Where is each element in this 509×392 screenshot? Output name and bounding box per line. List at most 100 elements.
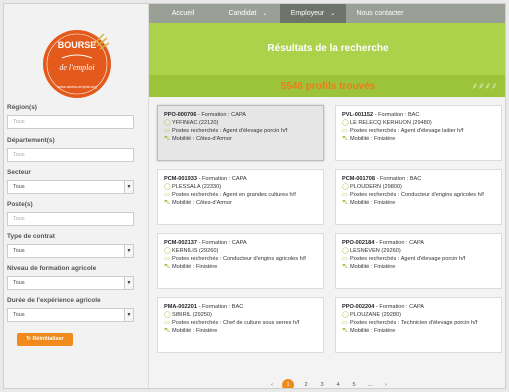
location-pin-icon: ◯ <box>164 120 171 126</box>
formation-select[interactable]: Tous ▼ <box>7 276 134 290</box>
experience-label: Durée de l'expérience agricole <box>7 297 101 304</box>
experience-select[interactable]: Tous ▼ <box>7 308 134 322</box>
pagination-page-5[interactable]: 5 <box>348 379 360 388</box>
card-postes: Chef de culture sous serres h/f <box>223 320 300 326</box>
card-commune: KERNILIS (29260) <box>172 248 219 254</box>
card-id: PMA-002201 <box>164 304 197 310</box>
card-formation: BAC <box>231 304 244 310</box>
contrat-label: Type de contrat <box>7 233 55 240</box>
card-commune-line: ◯PLOUZANE (29280) <box>342 311 495 319</box>
postes-prefix: Postes recherchés : <box>350 128 401 134</box>
card-commune-line: ◯PLESSALA (22330) <box>164 183 317 191</box>
profile-card[interactable]: PVL-001152 - Formation : BAC ◯LE RELECQ K… <box>335 105 502 161</box>
postes-label: Poste(s) <box>7 201 33 208</box>
car-icon: ⛍ <box>342 328 349 334</box>
card-id: PCM-002137 <box>164 240 197 246</box>
pagination-page-3[interactable]: 3 <box>316 379 328 388</box>
pagination-page-1[interactable]: 1 <box>282 379 294 388</box>
card-title: PCM-001708 - Formation : BAC <box>342 175 495 183</box>
contrat-select[interactable]: Tous ▼ <box>7 244 134 258</box>
logo-line3: www.aneta-emploi.org <box>57 84 97 89</box>
app-frame: BOURSE de l'emploi www.aneta-emploi.org … <box>3 3 506 389</box>
card-mobilite: Côtes-d'Armor <box>195 200 232 206</box>
card-mobilite-line: ⛍ Mobilité : Finistère <box>342 263 495 271</box>
region-input[interactable]: Tous <box>7 115 134 129</box>
pagination-prev[interactable]: ‹ <box>266 379 278 388</box>
card-title: PVL-001152 - Formation : BAC <box>342 111 495 119</box>
profile-card[interactable]: PCM-002137 - Formation : CAPA ◯KERNILIS (… <box>157 233 324 289</box>
card-id: PCM-001933 <box>164 176 197 182</box>
nav-employeur[interactable]: Employeur ⌄ <box>280 4 346 23</box>
logo-line1: BOURSE <box>58 40 97 50</box>
nav-contact[interactable]: Nous contacter <box>347 4 413 23</box>
card-mobilite-line: ⛍ Mobilité : Finistère <box>342 199 495 207</box>
card-title: PMA-002201 - Formation : BAC <box>164 303 317 311</box>
postes-input[interactable]: Tous <box>7 212 134 226</box>
card-mobilite: Finistère <box>373 136 396 142</box>
card-postes: Agent d'élevage porcin h/f <box>400 256 466 262</box>
card-postes-line: ▭ Postes recherchés : Conducteur d'engins… <box>342 191 495 199</box>
card-commune-line: ◯PLOUDERN (29800) <box>342 183 495 191</box>
bourse-emploi-logo[interactable]: BOURSE de l'emploi www.aneta-emploi.org <box>32 24 122 104</box>
card-id: PPO-002204 <box>342 304 375 310</box>
folder-icon: ▭ <box>342 192 348 198</box>
location-pin-icon: ◯ <box>342 248 349 254</box>
card-postes-line: ▭ Postes recherchés : Agent d'élevage por… <box>164 127 317 135</box>
card-mobilite-line: ⛍ Mobilité : Finistère <box>164 263 317 271</box>
card-postes: Conducteur d'engins agricoles h/f <box>401 192 484 198</box>
pagination-page-2[interactable]: 2 <box>300 379 312 388</box>
profile-card[interactable]: PPO-002184 - Formation : CAPA ◯LESNEVEN (… <box>335 233 502 289</box>
postes-prefix: Postes recherchés : <box>350 192 401 198</box>
mobilite-prefix: Mobilité : <box>350 328 374 334</box>
card-postes: Conducteur d'engins agricoles h/f <box>223 256 306 262</box>
card-commune: YFFINIAC (22120) <box>172 120 219 126</box>
departement-input[interactable]: Tous <box>7 148 134 162</box>
location-pin-icon: ◯ <box>164 312 171 318</box>
nav-candidat[interactable]: Candidat ⌄ <box>219 4 277 23</box>
region-label: Région(s) <box>7 104 37 111</box>
car-icon: ⛍ <box>164 200 171 206</box>
card-postes-line: ▭ Postes recherchés : Agent d'élevage por… <box>342 255 495 263</box>
folder-icon: ▭ <box>342 256 348 262</box>
card-id: PCM-001708 <box>342 176 375 182</box>
location-pin-icon: ◯ <box>342 184 349 190</box>
profile-card[interactable]: PPO-000706 - Formation : CAPA ◯YFFINIAC (… <box>157 105 324 161</box>
profile-card[interactable]: PCM-001708 - Formation : BAC ◯PLOUDERN (2… <box>335 169 502 225</box>
formation-prefix: - Formation : <box>196 176 232 182</box>
card-title: PCM-001933 - Formation : CAPA <box>164 175 317 183</box>
reset-button[interactable]: ↻ Réinitialiser <box>17 333 73 346</box>
folder-icon: ▭ <box>164 320 170 326</box>
card-title: PCM-002137 - Formation : CAPA <box>164 239 317 247</box>
filter-sidebar: BOURSE de l'emploi www.aneta-emploi.org … <box>4 4 149 388</box>
pagination-next[interactable]: › <box>380 379 392 388</box>
nav-candidat-label: Candidat <box>228 10 257 17</box>
card-commune: SIBIRIL (29250) <box>172 312 212 318</box>
secteur-select[interactable]: Tous ▼ <box>7 180 134 194</box>
experience-value: Tous <box>13 312 25 318</box>
profile-card[interactable]: PCM-001933 - Formation : CAPA ◯PLESSALA (… <box>157 169 324 225</box>
formation-prefix: - Formation : <box>374 240 410 246</box>
formation-prefix: - Formation : <box>374 304 410 310</box>
nav-accueil[interactable]: Accueil <box>163 4 203 23</box>
location-pin-icon: ◯ <box>342 120 349 126</box>
formation-prefix: - Formation : <box>374 176 410 182</box>
card-formation: CAPA <box>409 304 424 310</box>
card-mobilite: Côtes-d'Armor <box>195 136 232 142</box>
card-commune: PLOUZANE (29280) <box>350 312 401 318</box>
card-mobilite: Finistère <box>373 328 396 334</box>
postes-prefix: Postes recherchés : <box>172 128 223 134</box>
card-commune: LE RELECQ KERHUON (29480) <box>350 120 432 126</box>
card-commune-line: ◯SIBIRIL (29250) <box>164 311 317 319</box>
card-formation: CAPA <box>231 240 247 246</box>
formation-value: Tous <box>13 280 25 286</box>
pagination-page-4[interactable]: 4 <box>332 379 344 388</box>
profile-card[interactable]: PMA-002201 - Formation : BAC ◯SIBIRIL (29… <box>157 297 324 353</box>
postes-prefix: Postes recherchés : <box>350 320 401 326</box>
profile-card[interactable]: PPO-002204 - Formation : CAPA ◯PLOUZANE (… <box>335 297 502 353</box>
card-commune-line: ◯YFFINIAC (22120) <box>164 119 317 127</box>
page-title: Résultats de la recherche <box>267 43 389 54</box>
mobilite-prefix: Mobilité : <box>350 200 374 206</box>
card-mobilite-line: ⛍ Mobilité : Finistère <box>164 327 317 335</box>
car-icon: ⛍ <box>164 264 171 270</box>
card-mobilite: Finistère <box>195 328 218 334</box>
